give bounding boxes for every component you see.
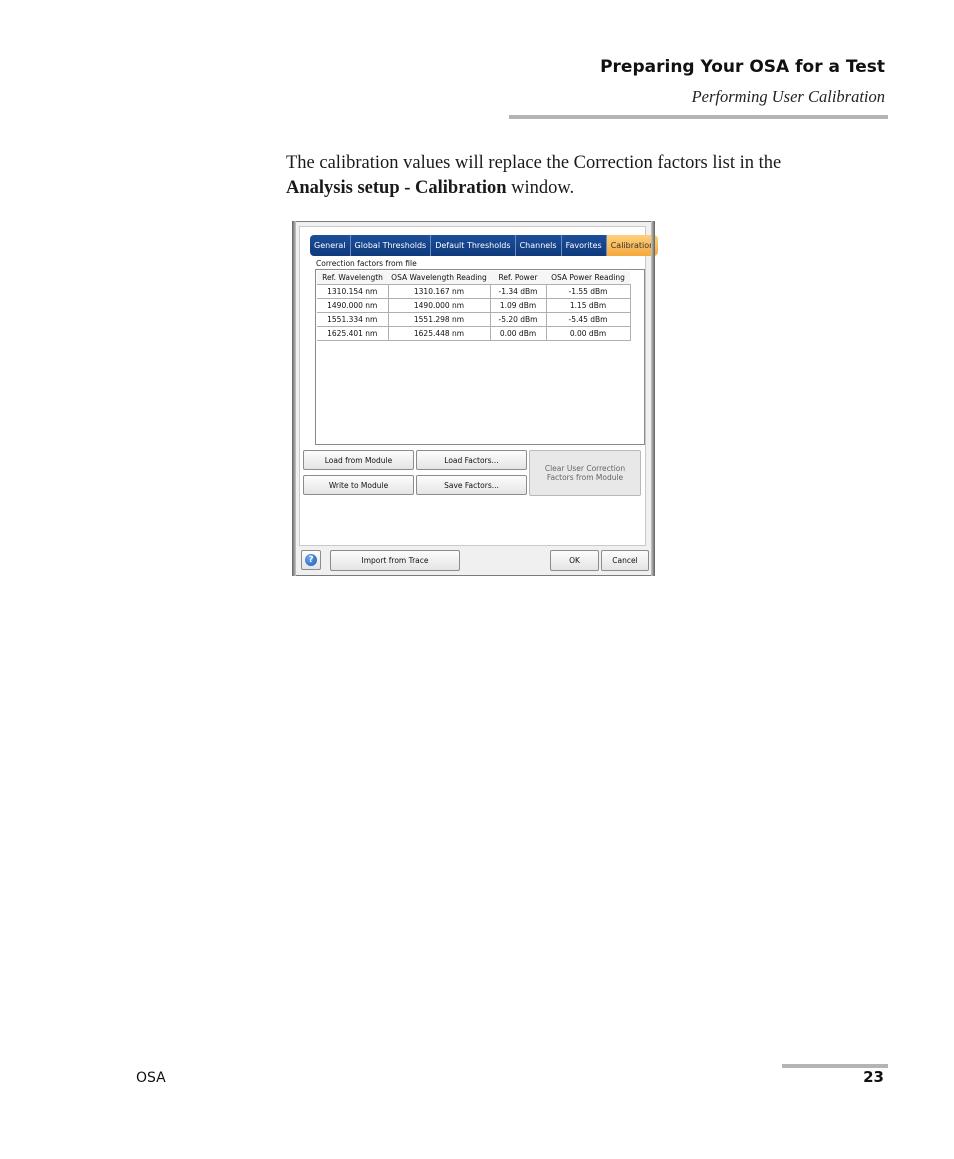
table-cell[interactable]: 0.00 dBm	[490, 326, 547, 341]
column-header[interactable]: OSA Wavelength Reading	[388, 271, 490, 285]
table-row[interactable]: 1625.401 nm 1625.448 nm 0.00 dBm 0.00 dB…	[317, 326, 631, 341]
tab-favorites[interactable]: Favorites	[561, 235, 607, 256]
correction-factors-grid: Ref. Wavelength OSA Wavelength Reading R…	[315, 269, 645, 445]
table-cell[interactable]: 1.09 dBm	[490, 298, 547, 313]
help-icon: ?	[305, 554, 317, 566]
table-cell[interactable]: 1490.000 nm	[317, 298, 389, 313]
load-factors-button[interactable]: Load Factors...	[416, 450, 527, 470]
calibration-dialog-screenshot: General Global Thresholds Default Thresh…	[292, 221, 659, 576]
calibration-panel: General Global Thresholds Default Thresh…	[299, 226, 659, 546]
table-cell[interactable]: 1310.167 nm	[388, 284, 491, 299]
column-header[interactable]: OSA Power Reading	[546, 271, 630, 285]
table-cell[interactable]: 1.15 dBm	[546, 298, 631, 313]
tab-bar: General Global Thresholds Default Thresh…	[310, 235, 659, 256]
screenshot-left-edge	[292, 221, 296, 576]
footer-product-name: OSA	[136, 1070, 166, 1086]
cancel-button[interactable]: Cancel	[601, 550, 649, 571]
tab-general[interactable]: General	[310, 235, 351, 256]
table-cell[interactable]: 1551.334 nm	[317, 312, 389, 327]
table-cell[interactable]: 1625.448 nm	[388, 326, 491, 341]
ok-button[interactable]: OK	[550, 550, 599, 571]
table-cell[interactable]: -5.45 dBm	[546, 312, 631, 327]
page-number: 23	[863, 1068, 884, 1086]
column-header[interactable]: Ref. Wavelength	[317, 271, 388, 285]
page-header-subtitle: Performing User Calibration	[691, 87, 885, 106]
body-window-name: Analysis setup - Calibration	[286, 178, 507, 198]
help-button[interactable]: ?	[301, 550, 321, 570]
table-cell[interactable]: 1490.000 nm	[388, 298, 491, 313]
correction-factors-label: Correction factors from file	[316, 259, 417, 268]
save-factors-button[interactable]: Save Factors...	[416, 475, 527, 495]
load-from-module-button[interactable]: Load from Module	[303, 450, 414, 470]
table-cell[interactable]: 0.00 dBm	[546, 326, 631, 341]
table-cell[interactable]: -1.55 dBm	[546, 284, 631, 299]
table-cell[interactable]: -5.20 dBm	[490, 312, 547, 327]
write-to-module-button[interactable]: Write to Module	[303, 475, 414, 495]
table-cell[interactable]: 1310.154 nm	[317, 284, 389, 299]
clear-user-correction-button[interactable]: Clear User Correction Factors from Modul…	[529, 450, 641, 496]
table-cell[interactable]: 1551.298 nm	[388, 312, 491, 327]
tab-default-thresholds[interactable]: Default Thresholds	[431, 235, 516, 256]
header-divider	[509, 115, 888, 119]
table-row[interactable]: 1310.154 nm 1310.167 nm -1.34 dBm -1.55 …	[317, 284, 631, 299]
page-header-title: Preparing Your OSA for a Test	[600, 57, 885, 77]
body-line-2-rest: window.	[506, 178, 575, 198]
import-from-trace-button[interactable]: Import from Trace	[330, 550, 460, 571]
tab-global-thresholds[interactable]: Global Thresholds	[350, 235, 432, 256]
tab-channels[interactable]: Channels	[515, 235, 562, 256]
column-header[interactable]: Ref. Power	[490, 271, 546, 285]
table-cell[interactable]: -1.34 dBm	[490, 284, 547, 299]
screenshot-right-edge	[651, 221, 655, 576]
table-row[interactable]: 1490.000 nm 1490.000 nm 1.09 dBm 1.15 dB…	[317, 298, 631, 313]
body-paragraph: The calibration values will replace the …	[286, 151, 886, 201]
table-cell[interactable]: 1625.401 nm	[317, 326, 389, 341]
correction-factors-table: Ref. Wavelength OSA Wavelength Reading R…	[317, 271, 631, 341]
body-line-1: The calibration values will replace the …	[286, 153, 782, 173]
table-row[interactable]: 1551.334 nm 1551.298 nm -5.20 dBm -5.45 …	[317, 312, 631, 327]
table-header-row: Ref. Wavelength OSA Wavelength Reading R…	[317, 271, 630, 285]
